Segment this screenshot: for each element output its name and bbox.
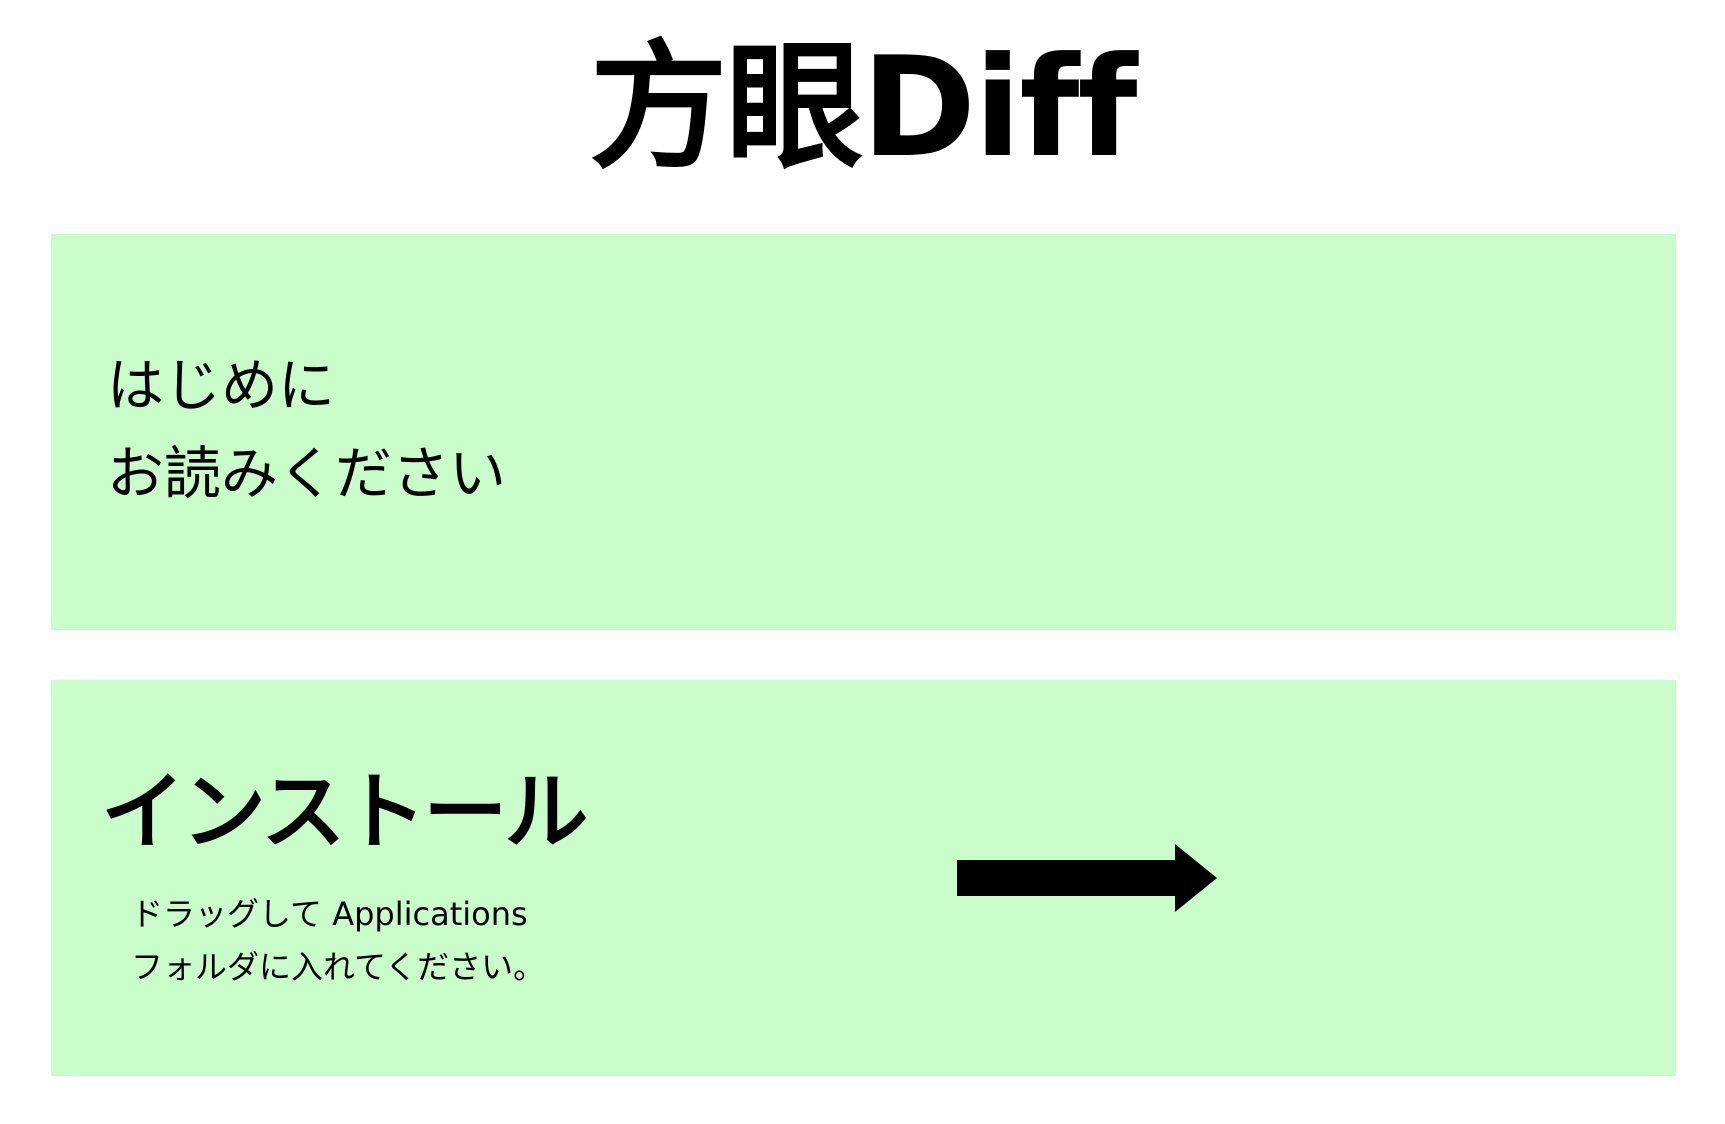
install-instructions: ドラッグして Applications フォルダに入れてください。 (131, 888, 545, 994)
readme-label: はじめに お読みください (107, 342, 506, 518)
install-instructions-line2: フォルダに入れてください。 (131, 948, 546, 986)
readme-label-line1: はじめに (107, 353, 335, 419)
install-instructions-line1: ドラッグして Applications (131, 895, 528, 933)
install-panel: インストール ドラッグして Applications フォルダに入れてください。 (51, 680, 1676, 1076)
readme-label-line2: お読みください (107, 441, 506, 507)
right-arrow-icon (957, 844, 1217, 912)
app-title: 方眼Diff (589, 27, 1138, 188)
install-heading: インストール (101, 763, 588, 861)
readme-panel[interactable]: はじめに お読みください (51, 234, 1676, 630)
